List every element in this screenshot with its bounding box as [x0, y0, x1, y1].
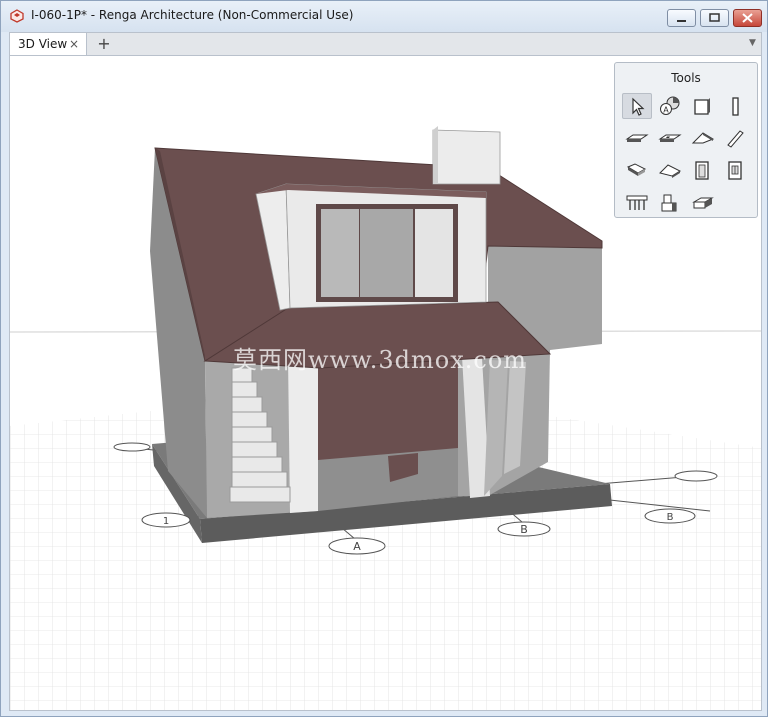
- select-arrow-icon: [632, 97, 645, 116]
- svg-text:A: A: [663, 106, 669, 115]
- 3d-viewport[interactable]: A B B 1 莫西网www.3dmox.com Tools A: [9, 55, 762, 711]
- tab-list-dropdown-icon[interactable]: ▼: [749, 38, 756, 48]
- window-title: I-060-1P* - Renga Architecture (Non-Comm…: [31, 8, 354, 22]
- roof-icon: [691, 132, 715, 144]
- tool-door[interactable]: [688, 157, 718, 183]
- tab-close-icon[interactable]: ×: [69, 37, 79, 51]
- tool-opening[interactable]: [655, 125, 685, 151]
- watermark-text: 莫西网www.3dmox.com: [233, 346, 528, 374]
- tool-floor[interactable]: [622, 125, 652, 151]
- tool-assembly[interactable]: [688, 189, 718, 215]
- tool-select[interactable]: [622, 93, 652, 119]
- dormer-window-pane: [415, 209, 453, 297]
- tool-wall[interactable]: [688, 93, 718, 119]
- svg-text:A: A: [353, 540, 361, 553]
- tool-column[interactable]: [721, 93, 751, 119]
- chimney-side: [433, 126, 438, 184]
- axis-marker-b: B: [497, 521, 551, 537]
- tools-title: Tools: [671, 71, 701, 85]
- minimize-icon: [677, 20, 686, 22]
- axis-marker-blank: [674, 470, 718, 482]
- tool-stair[interactable]: [622, 157, 652, 183]
- axis-marker-1: 1: [141, 512, 191, 528]
- maximize-icon: [709, 13, 720, 22]
- tab-label: 3D View: [18, 37, 68, 51]
- svg-text:1: 1: [163, 516, 169, 527]
- window-icon: [728, 161, 742, 180]
- add-tab-icon[interactable]: +: [94, 34, 114, 53]
- tool-equipment[interactable]: [655, 189, 685, 215]
- annotation-icon: A: [660, 96, 680, 115]
- dormer-window-pane: [321, 209, 359, 297]
- assembly-icon: [692, 197, 714, 209]
- close-button[interactable]: [733, 9, 762, 27]
- tool-roof[interactable]: [688, 125, 718, 151]
- axis-marker-b-far: B: [644, 508, 696, 524]
- chimney: [432, 129, 501, 185]
- stair-icon: [626, 163, 647, 176]
- svg-text:B: B: [520, 523, 528, 536]
- document-tab-bar: 3D View × + ▼: [9, 32, 762, 56]
- wall-icon: [694, 98, 710, 115]
- dormer-window-pane: [360, 209, 413, 297]
- front-wall-white: [288, 354, 318, 513]
- minimize-button[interactable]: [667, 9, 696, 27]
- maximize-button[interactable]: [700, 9, 729, 27]
- equipment-icon: [661, 194, 677, 212]
- ramp-icon: [659, 164, 682, 178]
- renga-app-icon: [10, 9, 24, 23]
- app-window: I-060-1P* - Renga Architecture (Non-Comm…: [0, 0, 768, 717]
- tool-ramp[interactable]: [655, 157, 685, 183]
- axis-marker-a: A: [328, 537, 386, 555]
- svg-text:B: B: [667, 512, 674, 523]
- close-icon: [742, 13, 753, 23]
- beam-icon: [727, 130, 744, 148]
- door-icon: [695, 161, 709, 180]
- floor-slab-icon: [625, 134, 649, 142]
- column-icon: [732, 97, 739, 116]
- tool-annotation[interactable]: A: [655, 93, 685, 119]
- axis-marker-blank: [113, 442, 151, 452]
- tool-beam[interactable]: [721, 125, 751, 151]
- tab-3d-view[interactable]: 3D View ×: [10, 33, 87, 56]
- opening-icon: [658, 134, 682, 142]
- tool-railing[interactable]: [622, 189, 652, 215]
- railing-icon: [626, 195, 648, 210]
- title-bar[interactable]: I-060-1P* - Renga Architecture (Non-Comm…: [1, 1, 767, 32]
- tools-panel: Tools A: [614, 62, 758, 218]
- tool-window[interactable]: [721, 157, 751, 183]
